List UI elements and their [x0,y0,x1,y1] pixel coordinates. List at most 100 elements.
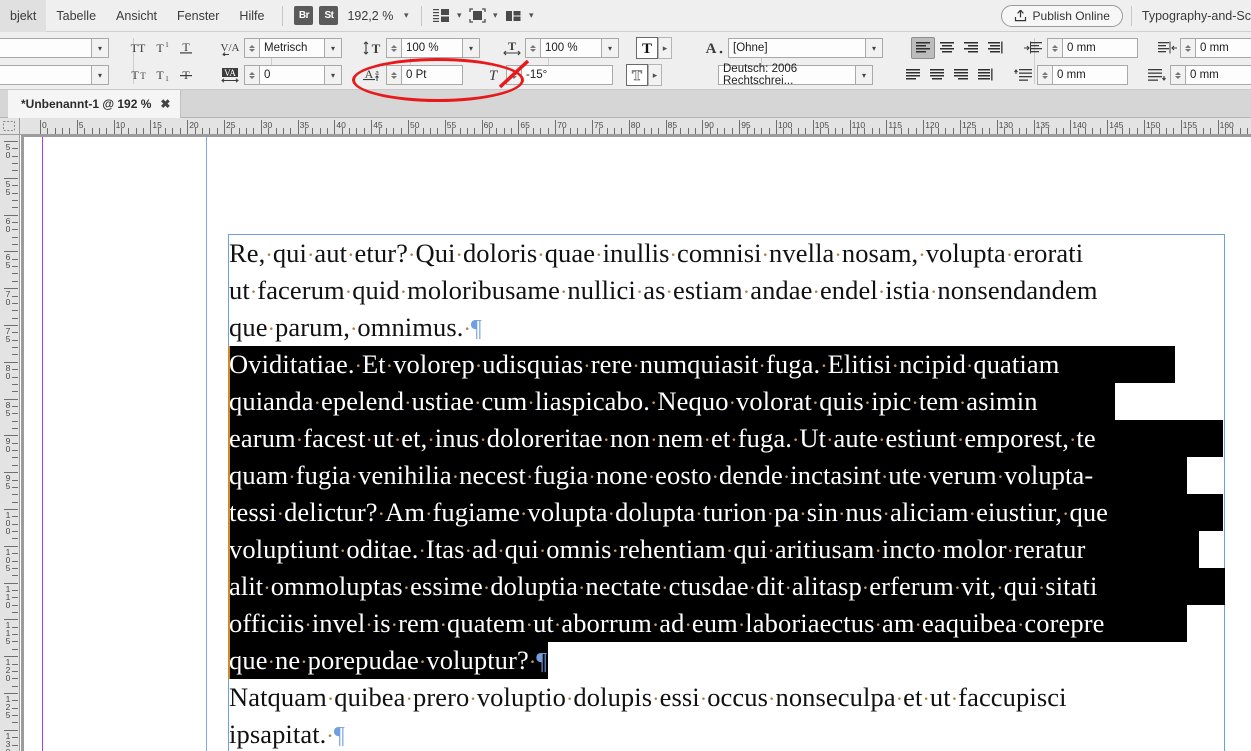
zoom-chevron-down-icon[interactable]: ▾ [399,10,413,21]
strikethrough-button[interactable]: T [174,64,198,86]
align-left-button[interactable] [911,37,935,59]
first-line-indent-stepper[interactable] [1037,65,1052,85]
last-line-indent-input[interactable]: 0 mm [1185,65,1251,85]
menu-ansicht[interactable]: Ansicht [106,0,167,32]
stroke-expand-button[interactable]: ▸ [648,64,662,86]
zoom-level-value[interactable]: 192,2 % [341,9,399,23]
text-frame[interactable]: Re,·qui·aut·etur?·Qui·doloris·quae·inull… [228,234,1225,751]
ruler-minor-tick [12,648,18,650]
control-panel-row-1: t ▾ TT T1 T V/A [0,35,1251,61]
vertical-scale-input[interactable]: 100 % [401,38,463,58]
publish-online-button[interactable]: Publish Online [1000,4,1123,27]
arrange-documents-chevron-down-icon[interactable]: ▾ [524,10,538,21]
subscript-button[interactable]: T1 [150,64,174,86]
horizontal-scale-chevron-down-icon[interactable]: ▾ [602,38,619,58]
horizontal-ruler[interactable]: 0 5 10 15 20 25 30 35 40 45 50 55 60 65 70 75 80 85 90 95 10… [20,118,1251,135]
close-icon[interactable]: ✖ [160,97,170,111]
left-indent-stepper[interactable] [1047,38,1062,58]
text-line[interactable]: ipsapitat.·¶ [229,716,345,751]
ruler-origin-corner[interactable] [0,118,20,135]
baseline-shift-input[interactable]: 0 Pt [401,65,463,85]
text-line[interactable]: Natquam·quibea·prero·voluptio·dolupis·es… [229,679,1067,716]
language-input[interactable]: Deutsch: 2006 Rechtschrei... [718,63,856,87]
font-family-group: t ▾ [0,38,109,58]
text-line[interactable]: officiis·invel·is·rem·quatem·ut·aborrum·… [229,605,1105,642]
workspace-name[interactable]: Typography-and-Sc [1140,9,1251,23]
skew-input[interactable]: -15° [521,65,613,85]
svg-text:A: A [706,41,717,56]
text-line[interactable]: Oviditatiae.·Et·volorep·udisquias·rere·n… [229,346,1059,383]
arrange-documents-icon[interactable] [502,7,524,25]
paragraph-style-input[interactable]: [Ohne] [728,38,866,58]
tracking-input[interactable]: 0 [259,65,325,85]
baseline-shift-stepper[interactable] [386,65,401,85]
superscript-button[interactable]: T1 [150,37,174,59]
vertical-ruler[interactable]: 5055606570758085909510010511011512012513… [0,135,20,751]
text-line[interactable]: que·ne·porepudae·voluptur?·¶ [229,642,547,679]
justify-all-lines-button[interactable] [973,64,997,86]
text-line[interactable]: earum·facest·ut·et,·inus·doloreritae·non… [229,420,1096,457]
tracking-stepper[interactable] [244,65,259,85]
space-dot-icon: · [758,353,766,378]
align-right-button[interactable] [959,37,983,59]
document-tab[interactable]: *Unbenannt-1 @ 192 % ✖ [8,90,182,118]
last-line-indent-stepper[interactable] [1170,65,1185,85]
underline-button[interactable]: T [174,37,198,59]
kerning-chevron-down-icon[interactable]: ▾ [325,38,342,58]
horizontal-scale-input[interactable]: 100 % [540,38,602,58]
justify-all-center-button[interactable] [925,64,949,86]
vertical-scale-stepper[interactable] [386,38,401,58]
vertical-scale-chevron-down-icon[interactable]: ▾ [463,38,480,58]
horizontal-scale-stepper[interactable] [525,38,540,58]
menu-tabelle[interactable]: Tabelle [46,0,106,32]
menu-objekt[interactable]: bjekt [0,0,47,32]
ruler-minor-tick [746,128,748,134]
font-family-input[interactable]: t [0,38,92,58]
tracking-chevron-down-icon[interactable]: ▾ [325,65,342,85]
screen-mode-icon[interactable] [466,7,488,25]
language-chevron-down-icon[interactable]: ▾ [856,65,873,85]
fill-expand-button[interactable]: ▸ [658,37,672,59]
ruler-minor-tick [400,128,402,134]
all-caps-button[interactable]: TT [126,37,150,59]
right-indent-input[interactable]: 0 mm [1195,38,1251,58]
text-word: que [1069,497,1109,527]
justify-all-left-button[interactable] [901,64,925,86]
document-page[interactable]: Re,·qui·aut·etur?·Qui·doloris·quae·inull… [24,137,1251,751]
view-options-chevron-down-icon[interactable]: ▾ [452,10,466,21]
align-center-button[interactable] [935,37,959,59]
left-indent-input[interactable]: 0 mm [1062,38,1138,58]
text-line[interactable]: Re,·qui·aut·etur?·Qui·doloris·quae·inull… [229,235,1083,272]
font-size-input[interactable]: 4 Pt) [0,65,92,85]
text-line[interactable]: voluptiunt·oditae.·Itas·ad·qui·omnis·reh… [229,531,1085,568]
stock-icon[interactable]: St [319,6,339,25]
text-line[interactable]: quianda·epelend·ustiae·cum·liaspicabo.·N… [229,383,1038,420]
document-canvas[interactable]: Re,·qui·aut·etur?·Qui·doloris·quae·inull… [21,135,1251,751]
justify-last-left-button[interactable] [983,37,1007,59]
stroke-color-swatch[interactable]: T [626,64,648,86]
text-line[interactable]: quam·fugia·venihilia·necest·fugia·none·e… [229,457,1093,494]
kerning-input[interactable]: Metrisch [259,38,325,58]
screen-mode-chevron-down-icon[interactable]: ▾ [488,10,502,21]
small-caps-button[interactable]: TT [126,64,150,86]
bridge-icon[interactable]: Br [294,6,314,25]
text-line[interactable]: que·parum,·omnimus.·¶ [229,309,482,346]
text-line[interactable]: alit·ommoluptas·essime·doluptia·nectate·… [229,568,1097,605]
text-line[interactable]: tessi·delictur?·Am·fugiame·volupta·dolup… [229,494,1108,531]
first-line-indent-input[interactable]: 0 mm [1052,65,1128,85]
menu-fenster[interactable]: Fenster [167,0,229,32]
right-indent-stepper[interactable] [1180,38,1195,58]
text-word: volupta- [1004,460,1094,490]
text-frame-content[interactable]: Re,·qui·aut·etur?·Qui·doloris·quae·inull… [228,235,1225,751]
skew-stepper[interactable] [506,65,521,85]
space-dot-icon: · [418,538,426,563]
kerning-stepper[interactable] [244,38,259,58]
menu-hilfe[interactable]: Hilfe [229,0,274,32]
paragraph-style-chevron-down-icon[interactable]: ▾ [866,38,883,58]
font-size-chevron-down-icon[interactable]: ▾ [92,65,109,85]
fill-color-swatch[interactable]: T [636,37,658,59]
text-line[interactable]: ut·facerum·quid·moloribusame·nullici·as·… [229,272,1098,309]
view-options-icon[interactable] [430,7,452,25]
font-family-chevron-down-icon[interactable]: ▾ [92,38,109,58]
justify-all-right-button[interactable] [949,64,973,86]
